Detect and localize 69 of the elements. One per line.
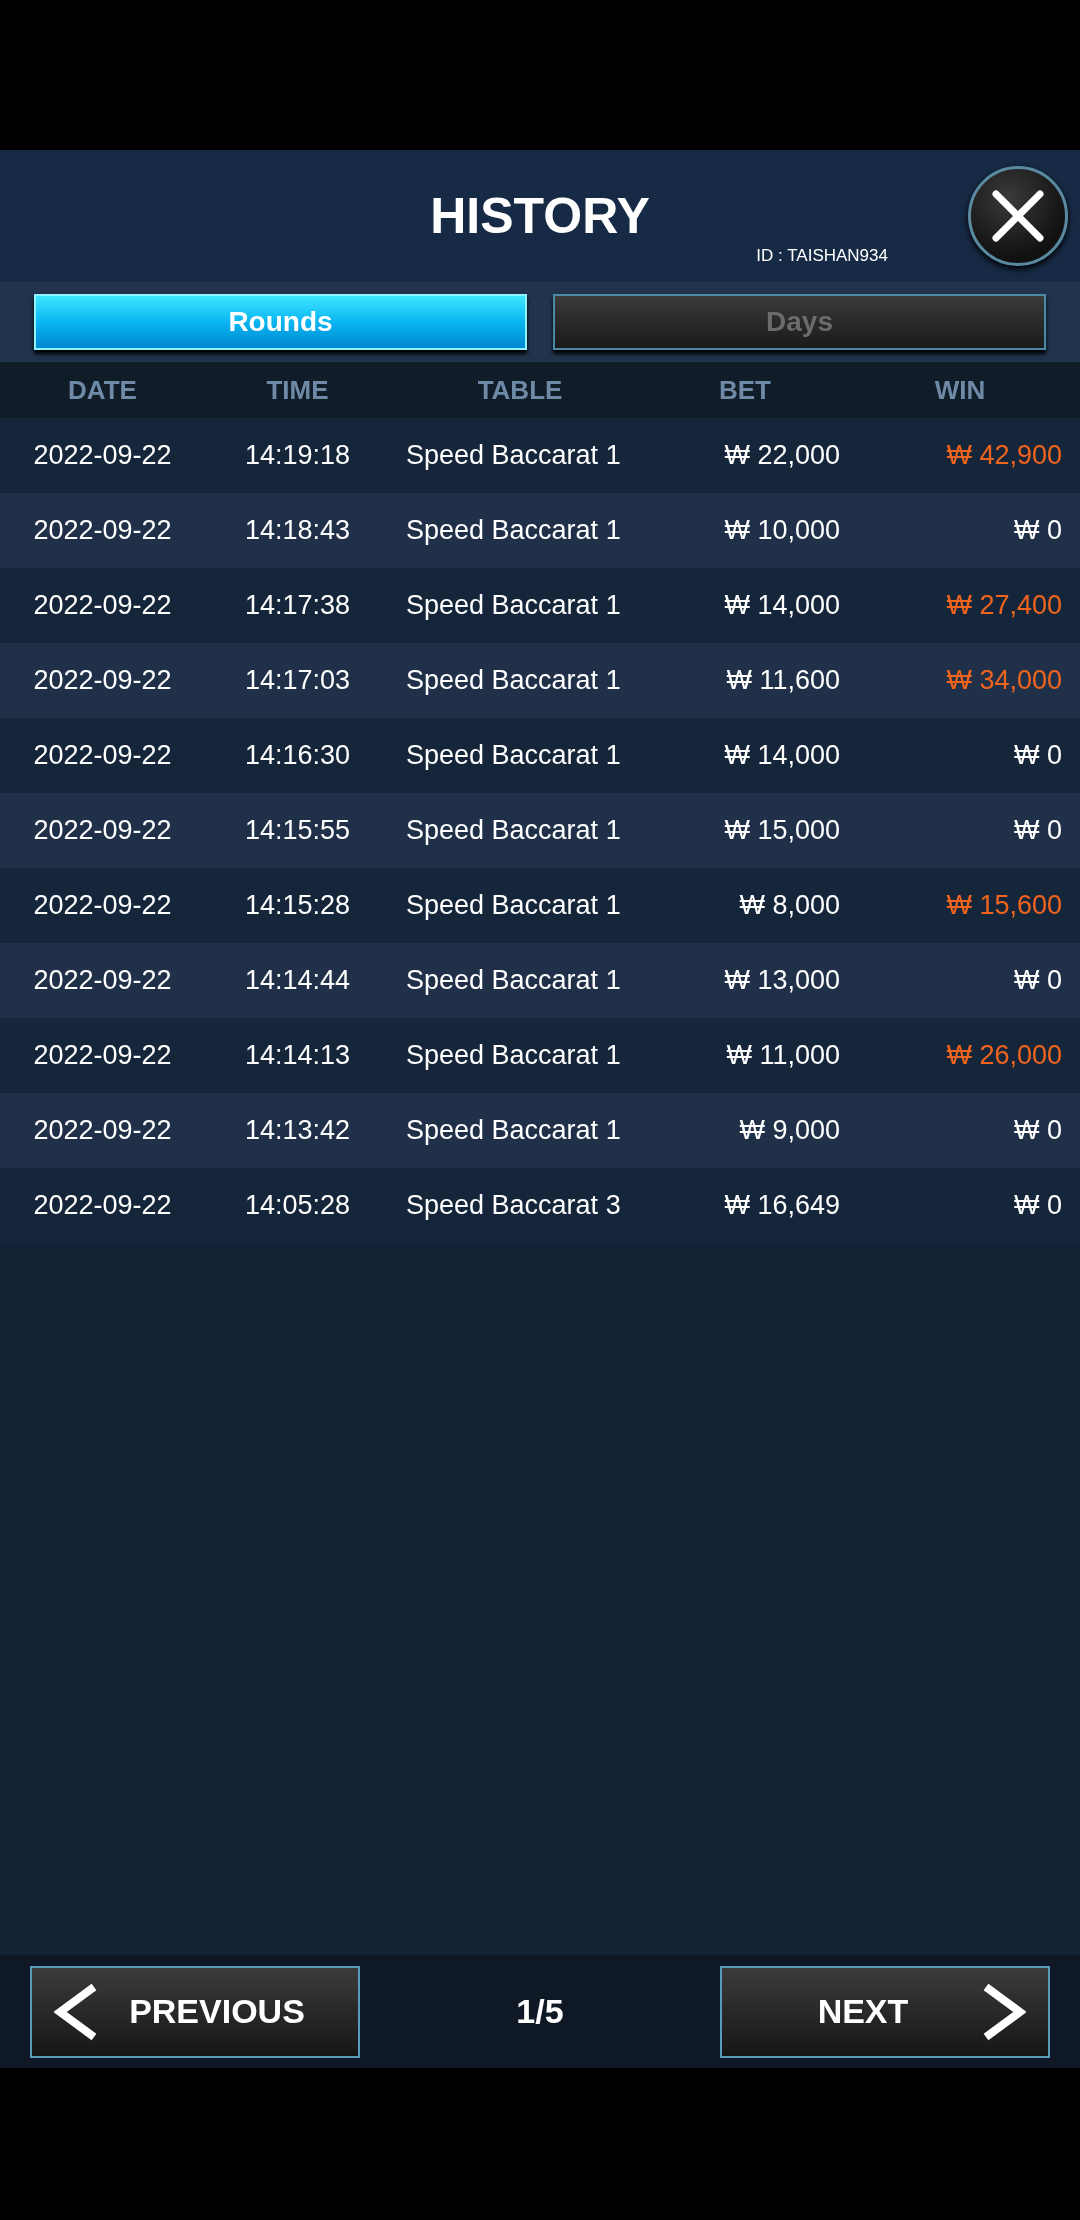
next-button[interactable]: NEXT <box>720 1965 1050 2058</box>
table-cell-text: Speed Baccarat 1 <box>405 965 621 996</box>
column-header: TIME <box>266 374 329 406</box>
table-cell-text: Speed Baccarat 1 <box>405 890 621 921</box>
chevron-right-icon <box>982 1982 1026 2041</box>
page-indicator: 1/5 <box>516 1992 564 2031</box>
table-cell: 2022-09-22 <box>33 1190 172 1221</box>
table-cell-text: ₩ 0 <box>1014 515 1063 546</box>
table-cell-text: Speed Baccarat 1 <box>405 740 621 771</box>
close-button[interactable] <box>968 166 1068 266</box>
previous-button[interactable]: PREVIOUS <box>30 1965 360 2058</box>
table-cell: 2022-09-22 <box>33 515 172 546</box>
table-cell-text: Speed Baccarat 1 <box>405 815 621 846</box>
table-cell-text: Speed Baccarat 3 <box>405 1190 621 1221</box>
table-cell-text: ₩ 0 <box>1014 1190 1063 1221</box>
column-header: WIN <box>934 374 986 406</box>
table-cell: 14:18:43 <box>244 515 351 546</box>
table-cell: 2022-09-22 <box>33 1040 172 1071</box>
table-cell: 14:05:28 <box>244 1190 351 1221</box>
table-cell: 14:17:38 <box>244 590 351 621</box>
table-cell: 2022-09-22 <box>33 890 172 921</box>
table-cell-text: ₩ 0 <box>1014 815 1063 846</box>
table-cell: ₩ 10,000 <box>724 515 840 546</box>
table-cell: ₩ 16,649 <box>724 1190 840 1221</box>
table-cell-text: ₩ 15,600 <box>946 890 1063 921</box>
table-cell-text: ₩ 42,900 <box>946 440 1063 471</box>
table-cell-text: Speed Baccarat 1 <box>405 1115 621 1146</box>
table-cell-text: ₩ 0 <box>1014 965 1063 996</box>
table-cell: 2022-09-22 <box>33 740 172 771</box>
table-cell-text: Speed Baccarat 1 <box>405 1040 621 1071</box>
table-cell: 14:15:55 <box>244 815 351 846</box>
table-cell: ₩ 11,600 <box>726 665 840 696</box>
table-cell-text: ₩ 26,000 <box>946 1040 1063 1071</box>
column-header: BET <box>719 374 771 406</box>
table-cell: ₩ 11,000 <box>726 1040 840 1071</box>
table-cell: 2022-09-22 <box>33 965 172 996</box>
table-cell-text: ₩ 27,400 <box>946 590 1063 621</box>
page-title: HISTORY <box>430 191 650 241</box>
table-cell: 14:15:28 <box>244 890 351 921</box>
user-id: ID : TAISHAN934 <box>756 246 888 266</box>
table-cell-text: Speed Baccarat 1 <box>405 440 621 471</box>
chevron-left-icon <box>54 1982 98 2041</box>
table-cell: ₩ 8,000 <box>739 890 840 921</box>
table-cell: ₩ 13,000 <box>724 965 840 996</box>
column-header: TABLE <box>477 374 563 406</box>
table-cell: ₩ 15,000 <box>724 815 840 846</box>
table-cell-text: Speed Baccarat 1 <box>405 590 621 621</box>
table-cell: ₩ 14,000 <box>724 740 840 771</box>
close-icon <box>990 188 1046 244</box>
table-cell-text: Speed Baccarat 1 <box>405 515 621 546</box>
table-cell: 14:16:30 <box>244 740 351 771</box>
table-cell-text: ₩ 0 <box>1014 740 1063 771</box>
table-cell: 14:13:42 <box>244 1115 351 1146</box>
table-cell: 14:14:13 <box>244 1040 351 1071</box>
table-cell: ₩ 22,000 <box>724 440 840 471</box>
table-cell-text: ₩ 34,000 <box>946 665 1063 696</box>
table-cell-text: ₩ 0 <box>1014 1115 1063 1146</box>
table-cell: 2022-09-22 <box>33 815 172 846</box>
table-cell: 2022-09-22 <box>33 590 172 621</box>
table-cell: 14:14:44 <box>244 965 351 996</box>
table-cell: 14:17:03 <box>244 665 351 696</box>
table-cell-text: Speed Baccarat 1 <box>405 665 621 696</box>
table-cell: ₩ 9,000 <box>739 1115 840 1146</box>
table-cell: 2022-09-22 <box>33 665 172 696</box>
table-cell: ₩ 14,000 <box>724 590 840 621</box>
table-cell: 14:19:18 <box>244 440 351 471</box>
table-cell: 2022-09-22 <box>33 1115 172 1146</box>
column-header: DATE <box>68 374 137 406</box>
table-cell: 2022-09-22 <box>33 440 172 471</box>
